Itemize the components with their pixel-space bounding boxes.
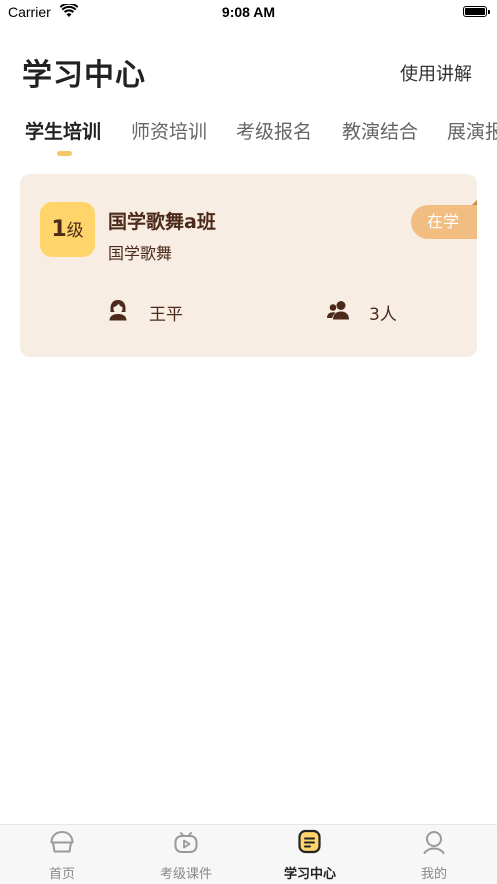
battery-icon bbox=[463, 6, 490, 17]
level-number: 1 bbox=[51, 217, 67, 242]
class-card[interactable]: 1级 国学歌舞a班 国学歌舞 在学 王平 3人 bbox=[20, 174, 477, 357]
bottom-tab-bar: 首页 考级课件 学习中心 我的 bbox=[0, 824, 497, 884]
active-tab-indicator bbox=[57, 151, 72, 156]
video-play-icon bbox=[174, 832, 198, 853]
tab-teacher-training[interactable]: 师资培训 bbox=[131, 117, 207, 144]
nav-exam-courseware-label: 考级课件 bbox=[159, 867, 212, 882]
teacher-name: 王平 bbox=[149, 305, 183, 325]
level-unit: 级 bbox=[66, 221, 84, 241]
tab-teaching-performance[interactable]: 教演结合 bbox=[342, 117, 418, 144]
home-icon bbox=[50, 831, 74, 853]
category-tabs: 学生培训 师资培训 考级报名 教演结合 展演报 bbox=[0, 112, 497, 162]
female-teacher-icon bbox=[109, 300, 127, 321]
tab-showcase[interactable]: 展演报 bbox=[447, 117, 497, 144]
student-count: 3人 bbox=[369, 305, 397, 325]
user-icon bbox=[423, 831, 445, 854]
tab-exam-registration[interactable]: 考级报名 bbox=[236, 117, 312, 144]
class-name: 国学歌舞a班 bbox=[108, 211, 216, 233]
status-bar: Carrier 9:08 AM bbox=[0, 0, 497, 26]
study-center-icon bbox=[298, 829, 321, 854]
nav-study-center[interactable]: 学习中心 bbox=[248, 825, 372, 884]
page-title: 学习中心 bbox=[22, 58, 146, 93]
nav-study-center-label: 学习中心 bbox=[283, 867, 336, 882]
nav-home[interactable]: 首页 bbox=[0, 825, 124, 884]
nav-profile[interactable]: 我的 bbox=[372, 825, 496, 884]
level-badge: 1级 bbox=[40, 202, 95, 257]
tab-student-training[interactable]: 学生培训 bbox=[25, 117, 101, 144]
clock: 9:08 AM bbox=[221, 4, 276, 20]
class-category: 国学歌舞 bbox=[108, 244, 173, 263]
nav-home-label: 首页 bbox=[48, 867, 75, 882]
usage-guide-link[interactable]: 使用讲解 bbox=[400, 60, 472, 86]
nav-profile-label: 我的 bbox=[420, 867, 447, 882]
nav-exam-courseware[interactable]: 考级课件 bbox=[124, 825, 248, 884]
status-badge: 在学 bbox=[411, 205, 477, 239]
people-icon bbox=[327, 301, 349, 320]
